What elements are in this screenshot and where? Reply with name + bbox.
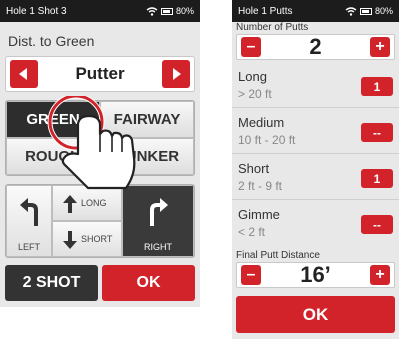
two-shot-button[interactable]: 2 SHOT	[5, 265, 98, 301]
club-next-button[interactable]	[162, 60, 190, 88]
range-count-button[interactable]: 1	[361, 77, 393, 96]
putts-plus-button[interactable]: +	[370, 37, 390, 57]
shot-screen: Hole 1 Shot 3 80% Dist. to Green Putter …	[0, 0, 200, 307]
putts-value: 2	[309, 34, 322, 59]
direction-left-button[interactable]: LEFT	[6, 185, 52, 257]
distance-plus-button[interactable]: +	[370, 265, 390, 285]
range-name: Long	[238, 69, 267, 84]
putts-screen: Hole 1 Putts 80% Number of Putts – 2 + L…	[232, 0, 399, 339]
range-name: Medium	[238, 115, 285, 130]
arrow-left-icon	[19, 68, 27, 80]
wifi-icon	[146, 6, 158, 16]
final-putt-stepper: – 16’ +	[236, 262, 395, 288]
arrow-right-icon	[173, 68, 181, 80]
lie-selector: GREEN FAIRWAY ROUGH BUNKER	[5, 100, 195, 176]
final-putt-distance-label: Final Putt Distance	[236, 250, 320, 261]
range-row-gimme: Gimme < 2 ft --	[232, 202, 399, 246]
status-title: Hole 1 Putts	[238, 5, 293, 17]
status-title: Hole 1 Shot 3	[6, 5, 67, 17]
lie-rough-button[interactable]: ROUGH	[6, 138, 100, 175]
direction-short-button[interactable]: SHORT	[52, 221, 122, 257]
arrow-down-icon	[63, 231, 77, 249]
lie-bunker-button[interactable]: BUNKER	[100, 138, 194, 175]
direction-right-label: RIGHT	[144, 242, 172, 252]
battery-icon	[359, 7, 372, 15]
battery-level: 80%	[374, 6, 393, 16]
battery-icon	[160, 7, 173, 15]
direction-long-label: LONG	[81, 198, 107, 208]
status-bar: Hole 1 Shot 3 80%	[0, 0, 200, 22]
range-row-long: Long > 20 ft 1	[232, 64, 399, 108]
distance-label: Dist. to Green	[8, 33, 95, 49]
ok-button[interactable]: OK	[236, 296, 395, 333]
arrow-up-icon	[63, 195, 77, 213]
direction-short-label: SHORT	[81, 234, 113, 244]
battery-level: 80%	[175, 6, 194, 16]
putts-minus-button[interactable]: –	[241, 37, 261, 57]
range-distance: 10 ft - 20 ft	[238, 133, 296, 147]
number-of-putts-label: Number of Putts	[236, 22, 309, 33]
range-count-button[interactable]: --	[361, 215, 393, 234]
club-name: Putter	[75, 64, 125, 83]
turn-right-arrow-icon	[150, 198, 168, 226]
lie-green-button[interactable]: GREEN	[6, 101, 100, 138]
range-distance: < 2 ft	[238, 225, 266, 239]
direction-selector: LEFT LONG SHORT RIGHT	[5, 184, 195, 258]
status-bar: Hole 1 Putts 80%	[232, 0, 399, 22]
wifi-icon	[345, 6, 357, 16]
ok-button[interactable]: OK	[102, 265, 195, 301]
range-name: Short	[238, 161, 270, 176]
range-name: Gimme	[238, 207, 280, 222]
range-row-medium: Medium 10 ft - 20 ft --	[232, 110, 399, 154]
club-prev-button[interactable]	[10, 60, 38, 88]
distance-minus-button[interactable]: –	[241, 265, 261, 285]
turn-left-arrow-icon	[20, 198, 38, 226]
lie-fairway-button[interactable]: FAIRWAY	[100, 101, 194, 138]
club-selector: Putter	[5, 56, 195, 92]
putts-stepper: – 2 +	[236, 34, 395, 60]
final-putt-distance-value: 16’	[300, 262, 331, 287]
range-count-button[interactable]: 1	[361, 169, 393, 188]
range-distance: > 20 ft	[238, 87, 272, 101]
direction-right-button[interactable]: RIGHT	[122, 185, 194, 257]
range-distance: 2 ft - 9 ft	[238, 179, 283, 193]
range-row-short: Short 2 ft - 9 ft 1	[232, 156, 399, 200]
direction-left-label: LEFT	[17, 242, 40, 252]
direction-long-button[interactable]: LONG	[52, 185, 122, 221]
range-count-button[interactable]: --	[361, 123, 393, 142]
